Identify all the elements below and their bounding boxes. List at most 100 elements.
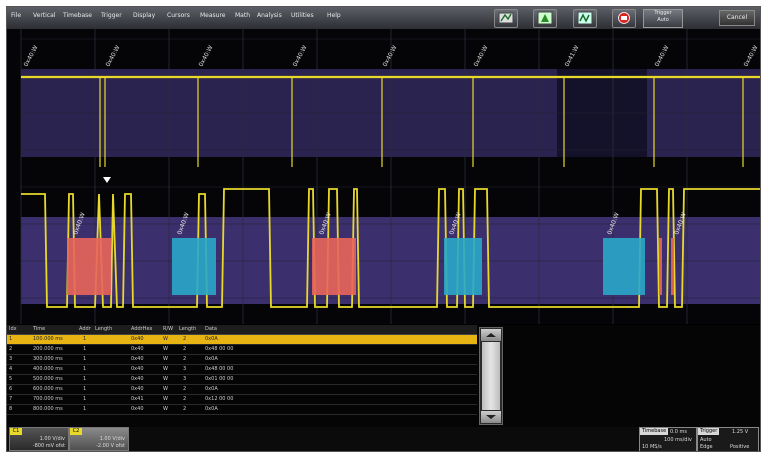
table-cell: 3 (183, 366, 187, 372)
cancel-button[interactable]: Cancel (719, 10, 755, 26)
menu-timebase[interactable]: Timebase (63, 12, 92, 19)
trace-c2-descriptor[interactable]: C2 1.00 V/div -2.00 V ofst (69, 427, 129, 451)
trace-c2-offset: -2.00 V ofst (96, 443, 125, 449)
table-cell: 2 (183, 356, 187, 362)
table-cell: 200.000 ms (33, 346, 63, 352)
table-cell: 2 (183, 396, 187, 402)
table-cell: 2 (183, 336, 187, 342)
table-cell: 6 (9, 386, 13, 392)
oscilloscope-window: File Vertical Timebase Trigger Display Cursor… (6, 6, 761, 452)
table-cell: 0x0A (205, 356, 218, 362)
table-cell: 1 (83, 366, 87, 372)
menu-math[interactable]: Math (235, 12, 250, 19)
table-cell: 2 (9, 346, 13, 352)
table-cell: 0x40 (131, 406, 144, 412)
menu-trigger[interactable]: Trigger (101, 12, 122, 19)
table-row[interactable]: 7 700.000 ms 1 0x41 W 2 0x12 00 00 (7, 395, 477, 405)
table-cell: 0x41 (131, 396, 144, 402)
table-cell: 0x48 00 00 (205, 346, 234, 352)
table-cell: 400.000 ms (33, 366, 63, 372)
table-row[interactable]: 2 200.000 ms 1 0x40 W 2 0x48 00 00 (7, 345, 477, 355)
table-cell: 0x01 00 00 (205, 376, 234, 382)
header-data: Data (205, 326, 217, 332)
single-trigger-icon (537, 11, 553, 25)
table-cell: 3 (183, 376, 187, 382)
normal-trigger-button[interactable] (573, 9, 597, 28)
table-cell: 0x40 (131, 386, 144, 392)
table-cell: 700.000 ms (33, 396, 63, 402)
table-row[interactable]: 6 600.000 ms 1 0x40 W 2 0x0A (7, 385, 477, 395)
trace-c1-descriptor[interactable]: C1 1.00 V/div -800 mV ofst (9, 427, 69, 451)
scroll-up-button[interactable] (481, 329, 501, 341)
table-cell: 1 (9, 336, 13, 342)
menu-file[interactable]: File (11, 12, 21, 19)
menu-measure[interactable]: Measure (200, 12, 226, 19)
header-rw: R/W (163, 326, 174, 332)
decode-block (312, 238, 356, 295)
stop-button[interactable] (612, 9, 636, 28)
table-cell: 0x40 (131, 376, 144, 382)
table-cell: 300.000 ms (33, 356, 63, 362)
trigger-edge: Edge (700, 444, 713, 450)
table-cell: 0x40 (131, 356, 144, 362)
auto-setup-button[interactable] (494, 9, 518, 28)
table-cell: 1 (83, 386, 87, 392)
menu-display[interactable]: Display (133, 12, 155, 19)
header-length: Length (95, 326, 113, 332)
timebase-rate: 10 MS/s (642, 444, 662, 450)
table-cell: 0x12 00 00 (205, 396, 234, 402)
table-cell: 1 (83, 336, 87, 342)
scroll-down-icon (486, 415, 496, 419)
table-cell: 4 (9, 366, 13, 372)
menu-bar: File Vertical Timebase Trigger Display Cursor… (7, 7, 760, 30)
table-row[interactable]: 4 400.000 ms 1 0x40 W 3 0x48 00 00 (7, 365, 477, 375)
table-cell: W (163, 406, 168, 412)
decode-block (659, 238, 662, 295)
table-cell: 8 (9, 406, 13, 412)
waveform-display[interactable]: 0x40:W 0x40:W 0x40:W 0x40:W 0x40:W 0x40:W 0x41… (7, 29, 760, 324)
header-addrhex: AddrHex (131, 326, 153, 332)
menu-utilities[interactable]: Utilities (291, 12, 314, 19)
scroll-down-button[interactable] (481, 411, 501, 423)
table-cell: 2 (183, 386, 187, 392)
table-cell: 5 (9, 376, 13, 382)
trace-c1-offset: -800 mV ofst (32, 443, 65, 449)
decode-table-panel: Idx Time Addr Length AddrHex R/W Length … (7, 325, 760, 427)
table-cell: 0x40 (131, 346, 144, 352)
scroll-thumb[interactable] (482, 342, 500, 410)
table-row[interactable]: 8 800.000 ms 1 0x40 W 2 0x0A (7, 405, 477, 415)
timebase-position: 0.0 ms (670, 429, 688, 435)
table-cell: 600.000 ms (33, 386, 63, 392)
menu-analysis[interactable]: Analysis (257, 12, 282, 19)
table-cell: W (163, 376, 168, 382)
timebase-descriptor[interactable]: Timebase 0.0 ms 100 ms/div 10 MS/s (639, 427, 697, 451)
table-row[interactable]: 3 300.000 ms 1 0x40 W 2 0x0A (7, 355, 477, 365)
table-cell: 1 (83, 406, 87, 412)
table-cell: W (163, 386, 168, 392)
menu-help[interactable]: Help (327, 12, 341, 19)
table-cell: 1 (83, 346, 87, 352)
trigger-level: 1.25 V (732, 429, 749, 435)
table-cell: W (163, 366, 168, 372)
table-row[interactable]: 5 500.000 ms 1 0x40 W 3 0x01 00 00 (7, 375, 477, 385)
trigger-descriptor[interactable]: Trigger 1.25 V Auto Edge Positive (697, 427, 759, 451)
table-cell: 2 (183, 406, 187, 412)
table-header: Idx Time Addr Length AddrHex R/W Length … (7, 325, 477, 335)
table-cell: 0x40 (131, 336, 144, 342)
trigger-mode-button[interactable]: Trigger Auto (643, 9, 683, 28)
decode-block (444, 238, 482, 295)
trigger-label: Trigger (698, 428, 720, 435)
menu-vertical[interactable]: Vertical (33, 12, 55, 19)
header-time: Time (33, 326, 46, 332)
table-cell: 2 (183, 346, 187, 352)
decode-block (172, 238, 216, 295)
single-trigger-button[interactable] (533, 9, 557, 28)
table-scrollbar[interactable] (479, 327, 503, 425)
menu-cursors[interactable]: Cursors (167, 12, 190, 19)
table-cell: 1 (83, 356, 87, 362)
table-cell: W (163, 346, 168, 352)
table-cell: 3 (9, 356, 13, 362)
trace-c2-tag: C2 (70, 428, 82, 435)
table-row[interactable]: 1 100.000 ms 1 0x40 W 2 0x0A (7, 335, 477, 345)
table-cell: 0x40 (131, 366, 144, 372)
